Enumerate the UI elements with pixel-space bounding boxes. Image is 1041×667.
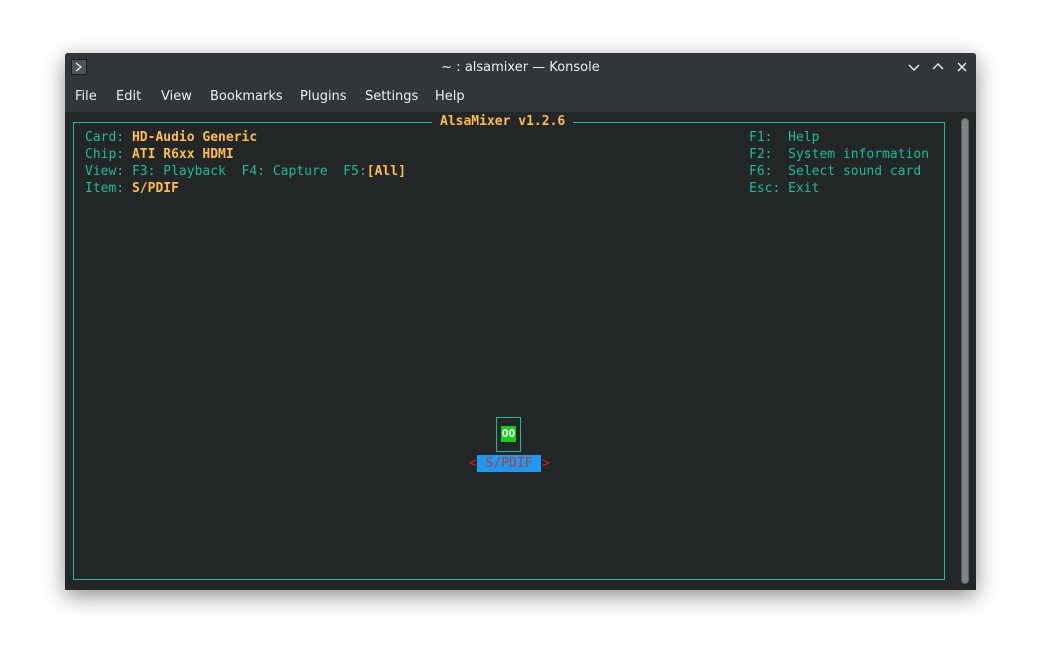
help-esc-key: Esc: bbox=[749, 181, 781, 196]
view-all-value[interactable]: [All] bbox=[367, 164, 406, 179]
terminal-scrollbar[interactable] bbox=[957, 116, 973, 586]
view-capture[interactable]: F4: Capture bbox=[242, 164, 328, 179]
chip-label: Chip: bbox=[85, 147, 125, 162]
card-line: Card: HD-Audio Generic bbox=[85, 129, 257, 146]
help-esc-text: Exit bbox=[788, 181, 820, 196]
title-bar[interactable]: ~ : alsamixer — Konsole bbox=[65, 53, 976, 82]
chip-value: ATI R6xx HDMI bbox=[131, 147, 234, 162]
menu-bookmarks[interactable]: Bookmarks bbox=[210, 82, 283, 112]
card-value: HD-Audio Generic bbox=[131, 130, 258, 145]
spdif-switch-state[interactable]: OO bbox=[501, 426, 516, 442]
terminal-area[interactable]: AlsaMixer v1.2.6 Card: HD-Audio Generic … bbox=[65, 112, 976, 590]
chip-line: Chip: ATI R6xx HDMI bbox=[85, 146, 234, 163]
help-f6-text: Select sound card bbox=[788, 164, 922, 179]
control-right-arrow: > bbox=[542, 456, 550, 471]
control-name-spdif[interactable]: S/PDIF bbox=[477, 455, 541, 472]
help-f2-key: F2: bbox=[749, 147, 773, 162]
control-left-arrow: < bbox=[469, 456, 477, 471]
minimize-button[interactable] bbox=[906, 59, 922, 75]
chevron-down-icon bbox=[908, 64, 920, 71]
spdif-switch-box[interactable]: OO bbox=[496, 417, 521, 452]
item-line: Item: S/PDIF bbox=[85, 180, 179, 197]
view-all-key[interactable]: F5: bbox=[343, 164, 366, 179]
item-value: S/PDIF bbox=[131, 181, 179, 196]
menu-bar: File Edit View Bookmarks Plugins Setting… bbox=[65, 82, 976, 112]
chevron-up-icon bbox=[932, 63, 944, 70]
view-label: View: bbox=[85, 164, 125, 179]
card-label: Card: bbox=[85, 130, 125, 145]
close-icon bbox=[957, 62, 967, 72]
view-playback[interactable]: F3: Playback bbox=[132, 164, 226, 179]
menu-settings[interactable]: Settings bbox=[365, 82, 418, 112]
menu-edit[interactable]: Edit bbox=[116, 82, 141, 112]
konsole-window: ~ : alsamixer — Konsole File Edit View B… bbox=[65, 53, 976, 590]
view-line: View: F3: Playback F4: Capture F5:[All] bbox=[85, 163, 406, 180]
help-f6[interactable]: F6: Select sound card bbox=[749, 163, 921, 180]
help-f1-text: Help bbox=[788, 130, 820, 145]
menu-help[interactable]: Help bbox=[435, 82, 465, 112]
menu-view[interactable]: View bbox=[161, 82, 192, 112]
scrollbar-thumb[interactable] bbox=[961, 118, 969, 584]
close-button[interactable] bbox=[954, 59, 970, 75]
menu-plugins[interactable]: Plugins bbox=[300, 82, 347, 112]
help-f1[interactable]: F1: Help bbox=[749, 129, 819, 146]
help-f2-text: System information bbox=[788, 147, 930, 162]
menu-file[interactable]: File bbox=[75, 82, 97, 112]
help-f2[interactable]: F2: System information bbox=[749, 146, 929, 163]
help-f6-key: F6: bbox=[749, 164, 773, 179]
alsamixer-title: AlsaMixer v1.2.6 bbox=[432, 113, 574, 130]
help-f1-key: F1: bbox=[749, 130, 773, 145]
help-esc[interactable]: Esc: Exit bbox=[749, 180, 819, 197]
window-title: ~ : alsamixer — Konsole bbox=[441, 60, 600, 75]
maximize-button[interactable] bbox=[930, 59, 946, 75]
item-label: Item: bbox=[85, 181, 125, 196]
